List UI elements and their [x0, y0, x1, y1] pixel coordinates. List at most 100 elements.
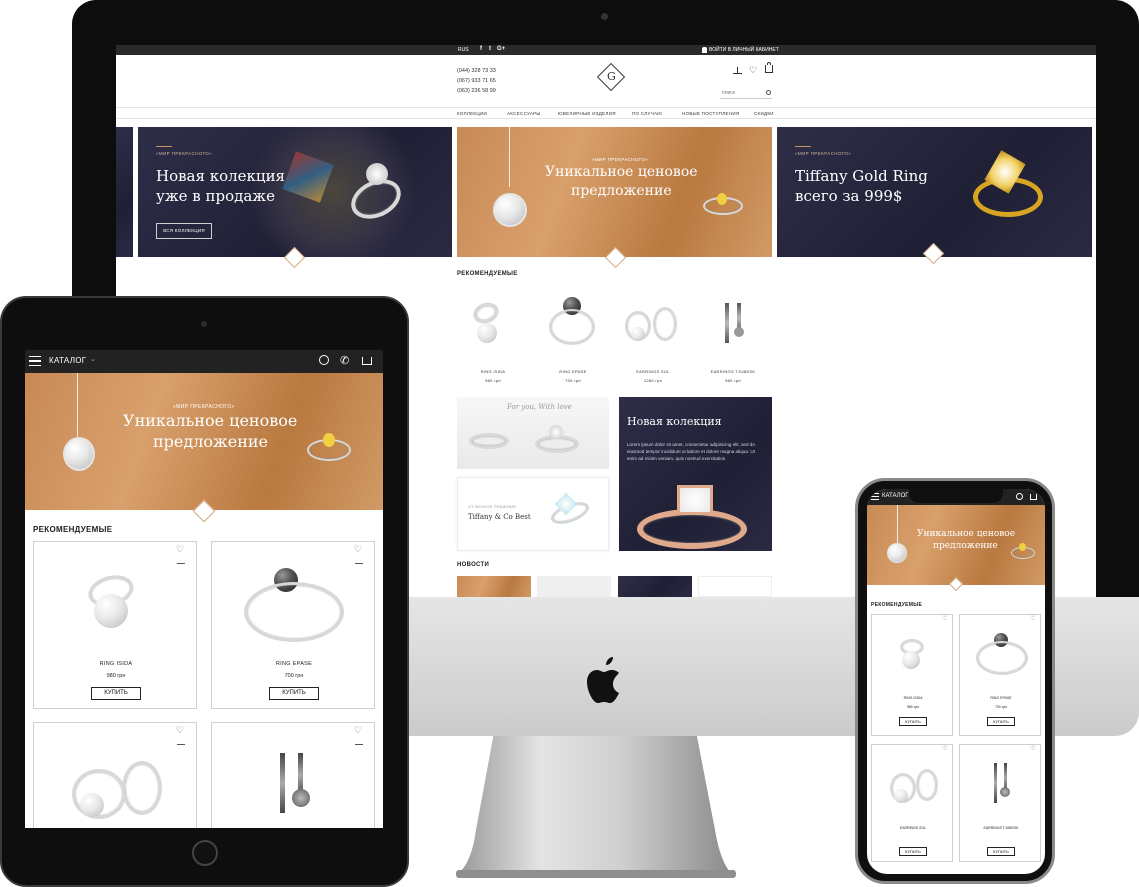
product-name[interactable]: RING EPASE	[960, 696, 1042, 700]
buy-button[interactable]: КУПИТЬ	[269, 687, 319, 700]
heart-icon[interactable]: ♡	[942, 615, 947, 622]
phone-product-card[interactable]: ♡ RING ISIDA 980 грн КУПИТЬ	[871, 614, 953, 736]
device-mockup-stage: RUS f t G+ ВОЙТИ В ЛИЧНЫЙ КАБИНЕТ (044) …	[0, 0, 1139, 887]
banner-new-collection[interactable]: «МИР ПРЕКРАСНОГО» Новая колекция уже в п…	[138, 127, 452, 257]
news-item-4[interactable]	[698, 576, 772, 597]
twitter-icon[interactable]: t	[489, 46, 491, 52]
login-link[interactable]: ВОЙТИ В ЛИЧНЫЙ КАБИНЕТ	[709, 47, 779, 53]
news-item-3[interactable]	[618, 576, 692, 597]
new-collection-block[interactable]: Новая колекция Lorem ipsum dolor sit ame…	[619, 397, 772, 551]
banner-1-button[interactable]: ВСЯ КОЛЛЕКЦИЯ	[156, 223, 212, 239]
product-name[interactable]: RING ISIDA	[34, 661, 198, 667]
heart-icon[interactable]: ♡	[354, 725, 362, 736]
compare-icon[interactable]	[733, 67, 742, 74]
product-name[interactable]: EARRINGS SOL	[872, 826, 954, 830]
promo-small-tag: ОТЛИЧНОЕ РЕШЕНИЕ	[468, 504, 517, 509]
nav-jewelry[interactable]: ЮВЕЛИРНЫЕ ИЗДЕЛИЯ	[558, 111, 616, 116]
product-card-earrings-tjubesk[interactable]: EARRINGS TJUBESK 980 грн	[697, 287, 769, 387]
tablet-banner-tag: «МИР ПРЕКРАСНОГО»	[173, 404, 235, 410]
search-icon[interactable]	[766, 90, 771, 95]
product-card-ring-isida[interactable]: RING ISIDA 980 грн	[457, 287, 529, 387]
product-card-earrings-sol[interactable]: EARRINGS SOL 1280 грн	[617, 287, 689, 387]
phone-number-2[interactable]: (067) 933 71 65	[457, 78, 496, 84]
product-name[interactable]: EARRINGS TJUBESK	[960, 826, 1042, 830]
apple-logo-icon	[586, 657, 626, 705]
ipad-home-button[interactable]	[192, 840, 218, 866]
heart-icon[interactable]: ♡	[1030, 615, 1035, 622]
banner-2-title-line2: предложение	[571, 183, 672, 199]
cart-icon[interactable]	[362, 357, 372, 365]
nav-occasion[interactable]: ПО СЛУЧАЮ	[632, 111, 662, 116]
tablet-banner[interactable]: «МИР ПРЕКРАСНОГО» Уникальное ценовое пре…	[25, 373, 383, 510]
heart-icon[interactable]: ♡	[176, 544, 184, 555]
tablet-product-card[interactable]: ♡ RING EPASE 700 грн КУПИТЬ	[211, 541, 375, 709]
tablet-header: КАТАЛОГ ⌄ ✆	[25, 350, 383, 373]
news-title: НОВОСТИ	[457, 562, 490, 568]
heart-icon[interactable]: ♡	[354, 544, 362, 555]
phone-product-card[interactable]: ♡ EARRINGS TJUBESK КУПИТЬ	[959, 744, 1041, 862]
phone-product-card[interactable]: ♡ EARRINGS SOL КУПИТЬ	[871, 744, 953, 862]
tablet-recommended-title: РЕКОМЕНДУЕМЫЕ	[33, 525, 113, 534]
buy-button[interactable]: КУПИТЬ	[987, 717, 1015, 726]
facebook-icon[interactable]: f	[480, 46, 482, 52]
hamburger-icon[interactable]	[29, 356, 41, 366]
search-icon[interactable]	[319, 355, 329, 365]
banner-tiffany-gold[interactable]: «МИР ПРЕКРАСНОГО» Tiffany Gold Ring всег…	[777, 127, 1092, 257]
product-name[interactable]: RING EPASE	[212, 661, 376, 667]
tablet-product-card[interactable]: ♡	[211, 722, 375, 828]
language-switch[interactable]: RUS	[458, 47, 469, 53]
buy-button[interactable]: КУПИТЬ	[899, 847, 927, 856]
phone-banner-pendant-image	[887, 543, 907, 563]
product-name[interactable]: RING ISIDA	[872, 696, 954, 700]
product-card-ring-epase[interactable]: RING EPASE 700 грн	[537, 287, 609, 387]
logo-monogram-icon[interactable]: G	[596, 62, 626, 92]
catalog-menu-label[interactable]: КАТАЛОГ	[882, 493, 908, 499]
news-item-2[interactable]	[537, 576, 611, 597]
banner-3-tag: «МИР ПРЕКРАСНОГО»	[795, 151, 852, 156]
buy-button[interactable]: КУПИТЬ	[91, 687, 141, 700]
tablet-product-card[interactable]: ♡ RING ISIDA 980 грн КУПИТЬ	[33, 541, 197, 709]
promo-tiffany-best[interactable]: ОТЛИЧНОЕ РЕШЕНИЕ Tiffany & Co Best	[457, 477, 609, 551]
buy-button[interactable]: КУПИТЬ	[899, 717, 927, 726]
search-field[interactable]: поиск	[720, 89, 772, 99]
heart-icon[interactable]: ♡	[749, 65, 757, 76]
phone-banner[interactable]: Уникальное ценовое предложение	[867, 505, 1045, 585]
catalog-menu-label[interactable]: КАТАЛОГ	[49, 356, 86, 365]
banner-2-tag: «МИР ПРЕКРАСНОГО»	[592, 157, 649, 162]
heart-icon[interactable]: ♡	[1030, 745, 1035, 752]
phone-number-3[interactable]: (063) 236 58 99	[457, 88, 496, 94]
chevron-down-icon[interactable]: ⌄	[90, 355, 96, 363]
news-item-1[interactable]	[457, 576, 531, 597]
search-icon[interactable]	[1016, 493, 1023, 500]
phone-number-1[interactable]: (044) 328 73 33	[457, 68, 496, 74]
compare-icon[interactable]	[177, 739, 185, 745]
tablet-product-card[interactable]: ♡	[33, 722, 197, 828]
promo-for-you[interactable]: For you, With love	[457, 397, 609, 469]
product-name[interactable]: EARRINGS TJUBESK	[697, 369, 769, 374]
product-name[interactable]: EARRINGS SOL	[617, 369, 689, 374]
hamburger-icon[interactable]	[871, 493, 879, 500]
compare-icon[interactable]	[355, 739, 363, 745]
heart-icon[interactable]: ♡	[942, 745, 947, 752]
tablet-banner-line1: Уникальное ценовое	[123, 411, 298, 430]
compare-icon[interactable]	[355, 558, 363, 564]
heart-icon[interactable]: ♡	[176, 725, 184, 736]
phone-banner-line2: предложение	[933, 541, 998, 551]
cart-icon[interactable]	[1030, 494, 1037, 500]
cart-icon[interactable]	[765, 62, 773, 73]
nav-new-arrivals[interactable]: НОВЫЕ ПОСТУПЛЕНИЯ	[682, 111, 739, 116]
phone-product-card[interactable]: ♡ RING EPASE 700 грн КУПИТЬ	[959, 614, 1041, 736]
product-name[interactable]: RING EPASE	[537, 369, 609, 374]
buy-button[interactable]: КУПИТЬ	[987, 847, 1015, 856]
phone-icon[interactable]: ✆	[340, 354, 349, 367]
banner-unique-offer[interactable]: «МИР ПРЕКРАСНОГО» Уникальное ценовое пре…	[457, 127, 772, 257]
product-price: 980 грн	[907, 705, 919, 709]
nav-sale[interactable]: СКИДКИ	[754, 111, 774, 116]
tablet-banner-pendant-image	[63, 437, 95, 471]
banner-3-title-line1: Tiffany Gold Ring	[795, 167, 928, 185]
compare-icon[interactable]	[177, 558, 185, 564]
nav-collections[interactable]: КОЛЛЕКЦИИ	[457, 111, 487, 116]
product-name[interactable]: RING ISIDA	[457, 369, 529, 374]
nav-accessories[interactable]: АКСЕССУАРЫ	[507, 111, 541, 116]
google-plus-icon[interactable]: G+	[497, 46, 505, 52]
